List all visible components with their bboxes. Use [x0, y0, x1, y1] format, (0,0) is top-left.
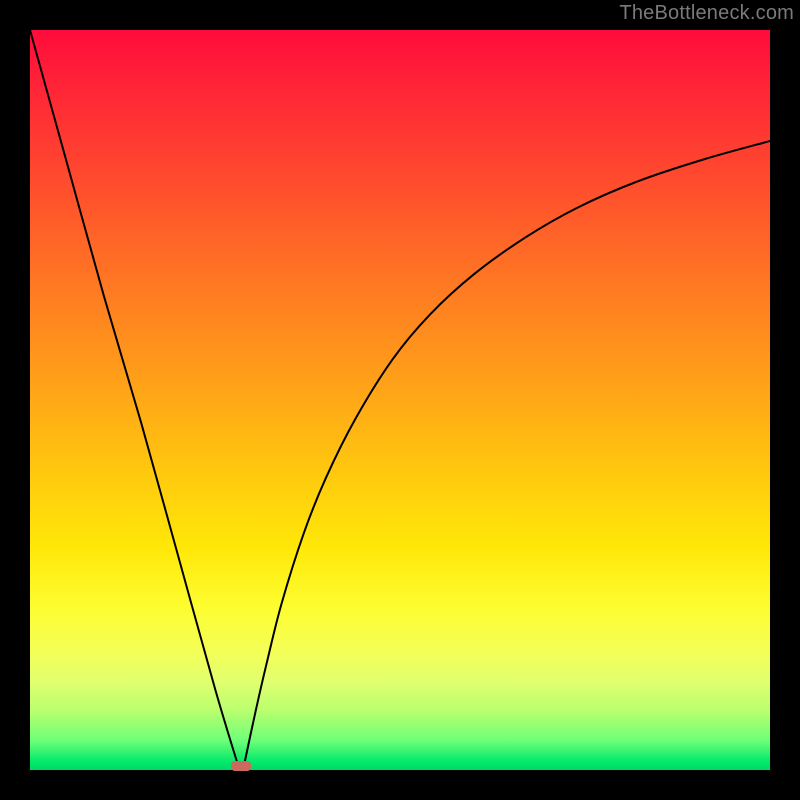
watermark-text: TheBottleneck.com [619, 2, 794, 25]
curve-right-branch [245, 141, 770, 763]
minimum-marker [231, 761, 251, 771]
curve-svg [30, 30, 770, 770]
curve-left-branch [30, 30, 237, 763]
plot-area [30, 30, 770, 770]
chart-stage: TheBottleneck.com [0, 0, 800, 800]
